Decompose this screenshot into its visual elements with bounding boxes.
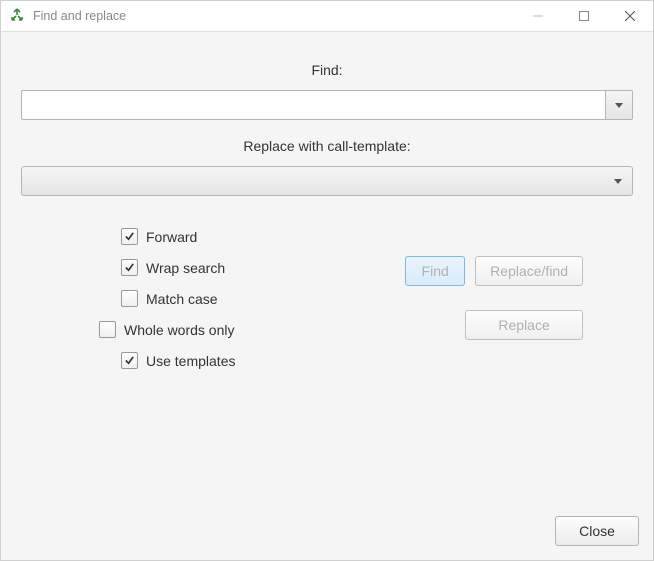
checkbox-icon — [121, 352, 138, 369]
wrap-label: Wrap search — [146, 260, 225, 276]
find-dropdown-button[interactable] — [605, 90, 633, 120]
minimize-button[interactable] — [515, 1, 561, 31]
maximize-button[interactable] — [561, 1, 607, 31]
dialog-footer: Close — [1, 506, 653, 560]
chevron-down-icon — [615, 103, 623, 108]
window-close-button[interactable] — [607, 1, 653, 31]
find-combo — [21, 90, 633, 120]
find-button[interactable]: Find — [405, 256, 465, 286]
use-templates-checkbox[interactable]: Use templates — [121, 352, 405, 369]
match-case-label: Match case — [146, 291, 218, 307]
action-buttons: Find Replace/find Replace — [405, 228, 633, 486]
close-button[interactable]: Close — [555, 516, 639, 546]
find-input[interactable] — [21, 90, 605, 120]
replace-button[interactable]: Replace — [465, 310, 583, 340]
window-title: Find and replace — [33, 9, 515, 23]
find-replace-dialog: Find and replace Find: Replace with call… — [0, 0, 654, 561]
titlebar: Find and replace — [1, 1, 653, 32]
forward-checkbox[interactable]: Forward — [121, 228, 405, 245]
find-label: Find: — [21, 62, 633, 78]
replace-label: Replace with call-template: — [21, 138, 633, 154]
checkbox-icon — [121, 259, 138, 276]
app-icon — [9, 8, 25, 24]
use-templates-label: Use templates — [146, 353, 235, 369]
replace-find-button[interactable]: Replace/find — [475, 256, 583, 286]
checkbox-icon — [121, 228, 138, 245]
dialog-content: Find: Replace with call-template: Forwar… — [1, 32, 653, 506]
chevron-down-icon — [614, 179, 622, 184]
checkbox-icon — [99, 321, 116, 338]
options-group: Forward Wrap search Match case Whole wor… — [21, 228, 405, 486]
whole-words-checkbox[interactable]: Whole words only — [99, 321, 405, 338]
whole-words-label: Whole words only — [124, 322, 235, 338]
replace-template-select[interactable] — [21, 166, 633, 196]
forward-label: Forward — [146, 229, 197, 245]
wrap-search-checkbox[interactable]: Wrap search — [121, 259, 405, 276]
checkbox-icon — [121, 290, 138, 307]
match-case-checkbox[interactable]: Match case — [121, 290, 405, 307]
